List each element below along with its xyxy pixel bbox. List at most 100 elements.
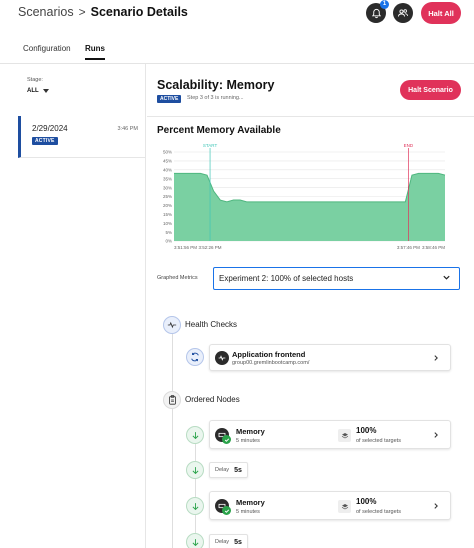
target-percentage-label: of selected targets bbox=[356, 509, 401, 515]
y-tick-label: 15% bbox=[163, 212, 172, 217]
health-checks-label: Health Checks bbox=[185, 320, 238, 329]
halt-all-button[interactable]: Halt All bbox=[421, 2, 461, 24]
tree-line bbox=[172, 333, 173, 393]
top-bar: Scenarios > Scenario Details 1 Halt All bbox=[0, 0, 474, 28]
y-tick-label: 25% bbox=[163, 194, 172, 199]
pulse-icon bbox=[218, 355, 226, 361]
y-tick-label: 10% bbox=[163, 221, 172, 226]
y-tick-label: 45% bbox=[163, 159, 172, 164]
notification-count-badge: 1 bbox=[380, 0, 389, 9]
chevron-right-icon bbox=[434, 502, 438, 509]
memory-chart: 50% 45% 40% 35% 30% 25% 20% 15% 10% 5% 0% START END 3… bbox=[163, 143, 445, 250]
layers-icon bbox=[338, 429, 351, 442]
node-duration: 5 minutes bbox=[236, 509, 260, 515]
node-status-icon bbox=[186, 426, 204, 444]
ordered-nodes-label: Ordered Nodes bbox=[185, 395, 240, 404]
memory-attack-card[interactable]: Memory 5 minutes 100% of selected target… bbox=[209, 491, 451, 520]
y-tick-label: 35% bbox=[163, 176, 172, 181]
delay-card[interactable]: Delay 5s bbox=[209, 462, 248, 478]
delay-value: 5s bbox=[234, 466, 242, 474]
arrow-down-icon bbox=[192, 502, 198, 510]
delay-status-icon bbox=[186, 533, 204, 548]
x-tick-label: 3:52:26 PM bbox=[199, 245, 222, 250]
y-tick-label: 5% bbox=[165, 230, 172, 235]
delay-label: Delay bbox=[215, 539, 230, 545]
tree-line bbox=[172, 408, 173, 548]
run-status-badge: ACTIVE bbox=[32, 137, 58, 145]
check-badge bbox=[222, 435, 231, 444]
chevron-right-icon bbox=[434, 354, 438, 361]
x-tick-label: 3:58:46 PM bbox=[422, 245, 445, 250]
clipboard-icon bbox=[168, 395, 176, 405]
arrow-down-icon bbox=[192, 431, 198, 439]
chevron-right-icon bbox=[434, 431, 438, 438]
run-list-item[interactable]: 2/29/2024 3:46 PM ACTIVE bbox=[18, 116, 145, 158]
halt-scenario-button[interactable]: Halt Scenario bbox=[400, 80, 461, 100]
runs-sidebar: Stage: ALL 2/29/2024 3:46 PM ACTIVE bbox=[0, 64, 146, 548]
delay-label: Delay bbox=[215, 467, 230, 473]
delay-status-icon bbox=[186, 461, 204, 479]
caret-down-icon bbox=[42, 89, 49, 93]
health-check-card[interactable]: Application frontend group00.gremlinboot… bbox=[209, 344, 451, 371]
node-status-icon bbox=[186, 497, 204, 515]
graphed-metrics-dropdown[interactable]: Experiment 2: 100% of selected hosts bbox=[213, 267, 460, 290]
breadcrumb-separator: > bbox=[78, 5, 86, 19]
step-progress-text: Step 3 of 3 is running... bbox=[187, 95, 244, 101]
bell-icon bbox=[371, 8, 381, 18]
health-check-refresh-node bbox=[186, 348, 204, 366]
stage-label: Stage: bbox=[27, 77, 43, 83]
layers-icon bbox=[338, 500, 351, 513]
breadcrumb-scenarios-link[interactable]: Scenarios bbox=[18, 5, 74, 19]
tab-configuration[interactable]: Configuration bbox=[23, 44, 71, 58]
node-duration: 5 minutes bbox=[236, 438, 260, 444]
check-icon bbox=[224, 508, 229, 513]
divider bbox=[147, 116, 474, 117]
users-icon bbox=[398, 9, 408, 17]
arrow-down-icon bbox=[192, 538, 198, 546]
node-title: Memory bbox=[236, 427, 265, 436]
scenario-status-badge: ACTIVE bbox=[157, 95, 182, 103]
notifications-button[interactable]: 1 bbox=[366, 0, 389, 23]
delay-value: 5s bbox=[234, 538, 242, 546]
marker-label: END bbox=[404, 143, 414, 148]
page-title: Scenario Details bbox=[90, 5, 188, 19]
run-date: 2/29/2024 bbox=[32, 124, 68, 133]
scenario-title: Scalability: Memory bbox=[157, 78, 275, 92]
run-time: 3:46 PM bbox=[117, 126, 138, 132]
stage-value: ALL bbox=[27, 88, 39, 94]
y-tick-label: 30% bbox=[163, 185, 172, 190]
target-percentage: 100% bbox=[356, 426, 377, 435]
breadcrumb: Scenarios > Scenario Details bbox=[18, 5, 188, 19]
marker-label: START bbox=[203, 143, 218, 148]
delay-card[interactable]: Delay 5s bbox=[209, 534, 248, 548]
node-title: Memory bbox=[236, 498, 265, 507]
y-tick-label: 0% bbox=[165, 239, 172, 244]
x-tick-label: 3:51:56 PM bbox=[174, 245, 197, 250]
users-button[interactable] bbox=[393, 3, 413, 23]
ordered-nodes-node bbox=[163, 391, 181, 409]
tab-runs[interactable]: Runs bbox=[85, 44, 105, 60]
chart-title: Percent Memory Available bbox=[157, 125, 281, 136]
chevron-down-icon bbox=[443, 275, 450, 280]
graphed-metrics-label: Graphed Metrics bbox=[157, 275, 198, 281]
graphed-metrics-value: Experiment 2: 100% of selected hosts bbox=[219, 274, 354, 283]
area-series bbox=[174, 173, 445, 241]
refresh-icon bbox=[191, 352, 199, 362]
health-checks-node bbox=[163, 316, 181, 334]
pulse-icon bbox=[167, 321, 177, 329]
stage-dropdown[interactable]: ALL bbox=[27, 88, 49, 94]
target-percentage: 100% bbox=[356, 497, 377, 506]
memory-attack-card[interactable]: Memory 5 minutes 100% of selected target… bbox=[209, 420, 451, 449]
tab-bar: Configuration Runs bbox=[0, 40, 474, 64]
health-check-logo bbox=[215, 351, 229, 365]
target-percentage-label: of selected targets bbox=[356, 438, 401, 444]
arrow-down-icon bbox=[192, 466, 198, 474]
check-badge bbox=[222, 506, 231, 515]
x-tick-label: 3:57:46 PM bbox=[397, 245, 420, 250]
health-check-url: group00.gremlinbootcamp.com/ bbox=[232, 360, 310, 366]
y-tick-label: 20% bbox=[163, 203, 172, 208]
check-icon bbox=[224, 437, 229, 442]
y-tick-label: 50% bbox=[163, 150, 172, 155]
y-tick-label: 40% bbox=[163, 168, 172, 173]
health-check-title: Application frontend bbox=[232, 350, 306, 359]
